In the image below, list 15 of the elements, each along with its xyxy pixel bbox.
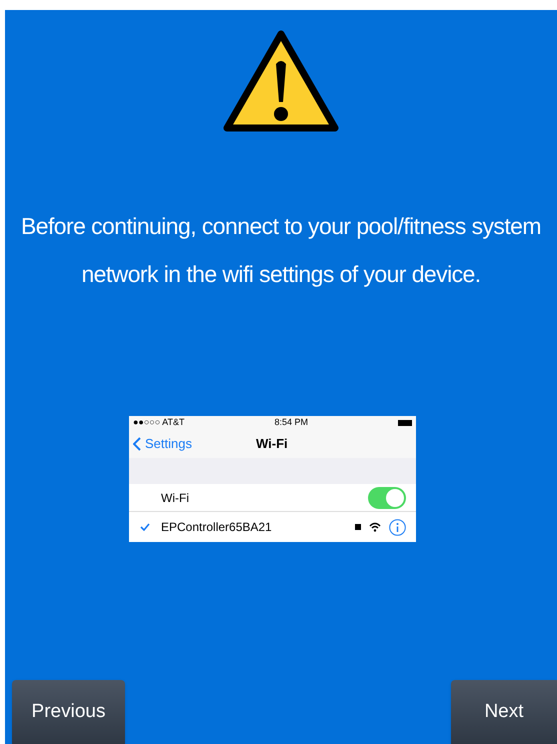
time-text: 8:54 PM [274, 416, 308, 430]
network-name: EPController65BA21 [161, 519, 273, 536]
battery-icon [398, 420, 412, 426]
previous-button[interactable]: Previous [12, 680, 125, 744]
wifi-icon [369, 522, 381, 532]
back-link[interactable]: Settings [133, 434, 192, 454]
next-button[interactable]: Next [451, 680, 557, 744]
nav-title: Wi-Fi [256, 435, 288, 454]
network-row[interactable]: EPController65BA21 [129, 512, 416, 542]
instruction-text: Before continuing, connect to your pool/fitness system network in the wifi settings of your device. [20, 212, 542, 289]
wifi-toggle[interactable] [368, 486, 406, 508]
info-icon[interactable] [389, 518, 406, 536]
chevron-left-icon [133, 437, 141, 451]
wifi-label: Wi-Fi [161, 490, 189, 506]
carrier-text: ●●○○○ AT&T [133, 416, 185, 430]
